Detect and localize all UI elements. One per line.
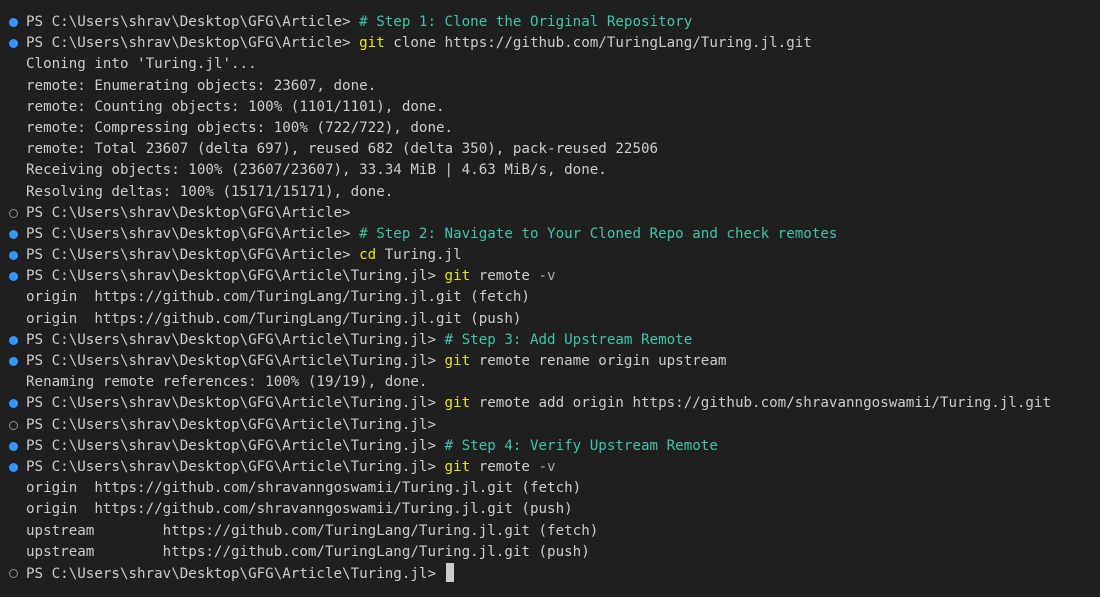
command-name: git [444,395,471,412]
prompt-text: PS C:\Users\shrav\Desktop\GFG\Article> [26,14,360,30]
comment-text: # Step 2: Navigate to Your Cloned Repo a… [359,225,838,242]
output-text: remote: Compressing objects: 100% (722/7… [26,119,454,136]
terminal-output-line: Cloning into 'Turing.jl'... [0,54,1100,75]
command-args: Turing.jl [376,247,462,264]
output-text: remote: Enumerating objects: 23607, done… [26,77,377,94]
command-success-decoration-icon[interactable] [9,335,18,345]
terminal-output-line: Resolving deltas: 100% (15171/15171), do… [0,182,1100,203]
terminal-output-line: remote: Total 23607 (delta 697), reused … [0,139,1100,160]
output-text: Receiving objects: 100% (23607/23607), 3… [26,162,607,179]
command-success-decoration-icon[interactable] [9,441,18,451]
prompt-text: PS C:\Users\shrav\Desktop\GFG\Article> [26,204,351,221]
comment-text: # Step 1: Clone the Original Repository [359,14,693,30]
command-success-decoration-icon[interactable] [9,39,18,49]
command-args: remote add origin https://github.com/shr… [470,395,1052,412]
terminal-command-line: PS C:\Users\shrav\Desktop\GFG\Article\Tu… [0,393,1100,414]
terminal-command-line: PS C:\Users\shrav\Desktop\GFG\Article\Tu… [0,351,1100,372]
command-name: git [359,35,385,52]
output-text: Resolving deltas: 100% (15171/15171), do… [26,183,394,200]
terminal-command-line: PS C:\Users\shrav\Desktop\GFG\Article\Tu… [0,330,1100,351]
terminal-command-line: PS C:\Users\shrav\Desktop\GFG\Article> [0,203,1100,224]
command-success-decoration-icon[interactable] [9,357,18,366]
output-text: origin https://github.com/shravanngoswam… [26,480,582,497]
terminal-output-line: origin https://github.com/TuringLang/Tur… [0,287,1100,308]
comment-text: # Step 4: Verify Upstream Remote [444,437,718,454]
terminal-output-line: remote: Enumerating objects: 23607, done… [0,76,1100,97]
command-success-decoration-icon[interactable] [9,229,18,239]
terminal-output-line: remote: Counting objects: 100% (1101/110… [0,97,1100,118]
prompt-text: PS C:\Users\shrav\Desktop\GFG\Article\Tu… [26,565,445,582]
terminal-cursor [445,562,454,582]
terminal-command-line: PS C:\Users\shrav\Desktop\GFG\Article> #… [0,12,1100,33]
terminal-output-line: upstream https://github.com/TuringLang/T… [0,521,1100,542]
prompt-text: PS C:\Users\shrav\Desktop\GFG\Article\Tu… [26,353,445,369]
prompt-text: PS C:\Users\shrav\Desktop\GFG\Article> [26,35,360,52]
output-text: origin https://github.com/shravanngoswam… [26,501,573,518]
command-empty-decoration-icon[interactable] [9,568,18,578]
command-success-decoration-icon[interactable] [9,251,18,261]
terminal-output-line: Receiving objects: 100% (23607/23607), 3… [0,160,1100,181]
command-success-decoration-icon[interactable] [9,272,18,282]
output-text: remote: Counting objects: 100% (1101/110… [26,98,445,115]
command-success-decoration-icon[interactable] [9,18,18,27]
output-text: upstream https://github.com/TuringLang/T… [26,543,590,560]
terminal-output-line: origin https://github.com/shravanngoswam… [0,478,1100,499]
output-text: Renaming remote references: 100% (19/19)… [26,374,428,391]
prompt-text: PS C:\Users\shrav\Desktop\GFG\Article\Tu… [26,416,436,433]
comment-text: # Step 3: Add Upstream Remote [444,331,693,348]
command-flag: -v [538,458,556,475]
terminal-command-line: PS C:\Users\shrav\Desktop\GFG\Article\Tu… [0,562,1100,584]
terminal-output-line: remote: Compressing objects: 100% (722/7… [0,118,1100,139]
command-name: git [444,458,471,475]
prompt-text: PS C:\Users\shrav\Desktop\GFG\Article> [26,225,360,242]
prompt-text: PS C:\Users\shrav\Desktop\GFG\Article\Tu… [26,268,445,285]
command-empty-decoration-icon[interactable] [9,420,18,430]
terminal-command-line: PS C:\Users\shrav\Desktop\GFG\Article> g… [0,33,1100,54]
prompt-text: PS C:\Users\shrav\Desktop\GFG\Article\Tu… [26,437,445,454]
output-text: origin https://github.com/TuringLang/Tur… [26,289,530,306]
terminal-output-line: origin https://github.com/shravanngoswam… [0,499,1100,520]
command-args: clone https://github.com/TuringLang/Turi… [384,35,812,52]
command-args: remote [470,458,539,475]
command-name: git [444,268,471,285]
prompt-text: PS C:\Users\shrav\Desktop\GFG\Article\Tu… [26,395,445,412]
command-args: remote [470,268,539,285]
terminal-command-line: PS C:\Users\shrav\Desktop\GFG\Article> c… [0,245,1100,266]
terminal-panel[interactable]: PS C:\Users\shrav\Desktop\GFG\Article> #… [0,0,1100,597]
terminal-output-line: upstream https://github.com/TuringLang/T… [0,542,1100,563]
prompt-text: PS C:\Users\shrav\Desktop\GFG\Article\Tu… [26,331,445,348]
prompt-text: PS C:\Users\shrav\Desktop\GFG\Article\Tu… [26,458,445,475]
terminal-command-line: PS C:\Users\shrav\Desktop\GFG\Article\Tu… [0,457,1100,478]
terminal-command-line: PS C:\Users\shrav\Desktop\GFG\Article\Tu… [0,266,1100,287]
terminal-output-line: origin https://github.com/TuringLang/Tur… [0,309,1100,330]
command-name: cd [359,247,377,264]
command-name: git [444,353,471,369]
command-args: remote rename origin upstream [470,353,727,369]
command-success-decoration-icon[interactable] [9,462,18,472]
terminal-command-line: PS C:\Users\shrav\Desktop\GFG\Article\Tu… [0,436,1100,457]
prompt-text: PS C:\Users\shrav\Desktop\GFG\Article> [26,247,360,264]
output-text: upstream https://github.com/TuringLang/T… [26,522,599,539]
command-empty-decoration-icon[interactable] [9,208,18,218]
command-flag: -v [538,268,556,285]
terminal-output-line: Renaming remote references: 100% (19/19)… [0,372,1100,393]
output-text: Cloning into 'Turing.jl'... [26,56,257,73]
terminal-command-line: PS C:\Users\shrav\Desktop\GFG\Article\Tu… [0,415,1100,436]
terminal-command-line: PS C:\Users\shrav\Desktop\GFG\Article> #… [0,224,1100,245]
output-text: origin https://github.com/TuringLang/Tur… [26,310,522,327]
command-success-decoration-icon[interactable] [9,399,18,409]
output-text: remote: Total 23607 (delta 697), reused … [26,141,659,158]
